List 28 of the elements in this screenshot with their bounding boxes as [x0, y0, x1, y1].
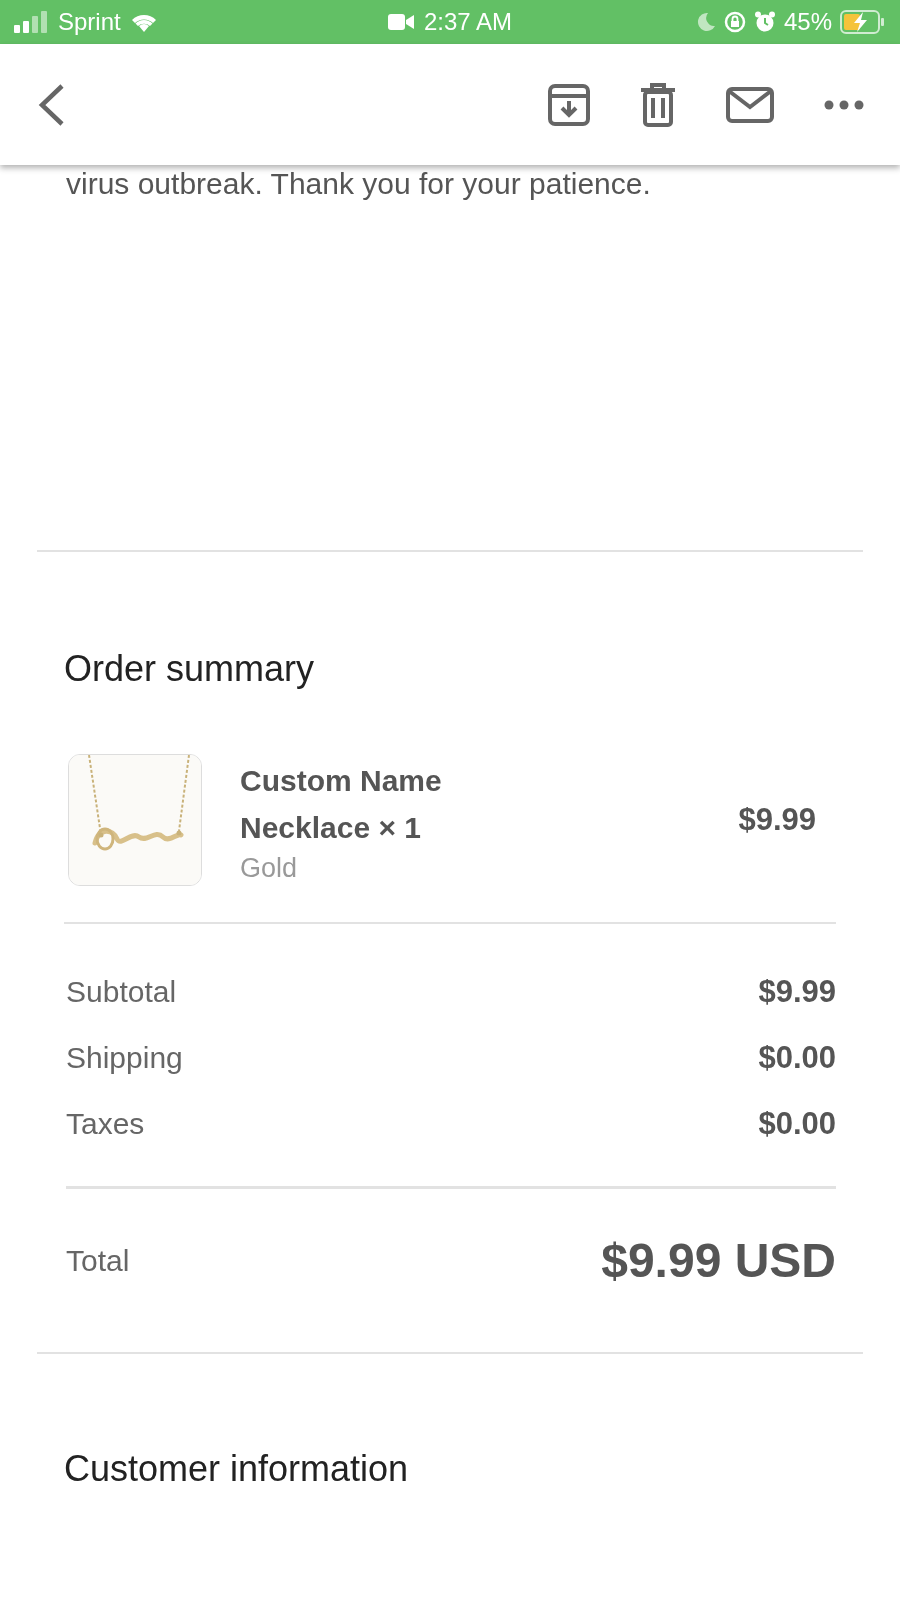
carrier-name: Sprint [58, 8, 121, 36]
battery-percentage: 45% [783, 8, 832, 36]
mail-icon [726, 86, 774, 123]
trash-icon [640, 82, 676, 127]
archive-icon [548, 83, 590, 126]
section-heading: Customer information [64, 1448, 410, 1490]
moon-icon [695, 12, 716, 32]
alarm-icon [753, 11, 776, 33]
signal-icon [14, 11, 50, 33]
cost-value: $0.00 [758, 1106, 836, 1142]
product-name: Custom Name Necklace × 1 [240, 762, 443, 846]
section-heading: Order summary [64, 648, 316, 690]
message-text: virus outbreak. Thank you for your patience. [66, 166, 652, 202]
more-icon [824, 99, 864, 110]
total-label: Total [66, 1243, 130, 1278]
product-variant: Gold [240, 852, 299, 884]
product-price: $9.99 [738, 802, 816, 838]
clock-time: 2:37 AM [423, 8, 513, 36]
cost-label: Subtotal [66, 975, 177, 1009]
rotation-lock-icon [723, 11, 746, 33]
video-camera-icon [387, 14, 414, 30]
back-icon [36, 82, 66, 127]
battery-charging-icon [840, 10, 886, 34]
cost-label: Shipping [66, 1041, 183, 1075]
cost-value: $9.99 [758, 974, 836, 1010]
cost-label: Taxes [66, 1107, 145, 1141]
cost-value: $0.00 [758, 1040, 836, 1076]
total-value: $9.99 USD [601, 1233, 836, 1288]
